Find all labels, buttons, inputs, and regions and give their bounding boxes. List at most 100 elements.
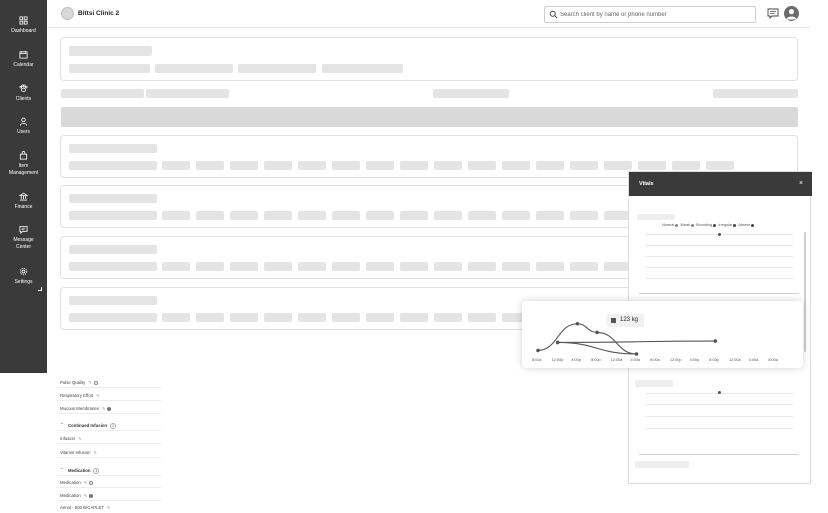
skeleton-bar	[635, 380, 673, 387]
data-point[interactable]	[575, 321, 580, 326]
list-item[interactable]: Pulse Quality ✎	[57, 375, 161, 388]
vitals-title: Vitals	[639, 181, 654, 187]
sidebar-label: Dashboard	[11, 28, 36, 34]
edit-icon[interactable]: ✎	[88, 380, 91, 385]
chevron-up-icon[interactable]: ⌃	[60, 422, 64, 428]
clinic-name: Bittsi Clinic 2	[78, 10, 120, 17]
count-badge: 4	[93, 468, 100, 474]
data-point[interactable]	[634, 352, 639, 356]
data-point[interactable]	[555, 340, 560, 345]
sidebar-item-message-center[interactable]: Message Center	[0, 225, 47, 251]
legend-item-normal: Normal	[662, 223, 679, 227]
messages-icon[interactable]	[767, 8, 779, 19]
summary-card-skeleton	[60, 37, 798, 81]
sidebar-label: Message	[13, 237, 34, 243]
list-item-label: Pulse Quality	[60, 380, 86, 385]
group-label: Medication	[68, 468, 91, 474]
skeleton-bar	[433, 89, 509, 98]
vitals-scrollbar[interactable]	[804, 232, 806, 352]
series-swatch	[611, 318, 616, 323]
x-tick-label: 4:00a	[630, 358, 641, 362]
x-tick-label: 8:00a	[650, 358, 660, 362]
skeleton-bar	[713, 89, 798, 98]
skeleton-bar	[146, 89, 229, 98]
count-badge: 2	[110, 423, 117, 429]
skeleton-table-header	[61, 107, 798, 127]
edit-icon[interactable]: ✎	[78, 436, 81, 441]
legend-item-bounding: Bounding	[696, 223, 717, 227]
data-point[interactable]	[536, 348, 540, 353]
list-item[interactable]: Medication ✎	[57, 475, 161, 488]
chart-legend: Normal Weak Bounding Irregular Absent	[662, 223, 755, 227]
status-dot-icon	[89, 493, 94, 498]
list-item-label: Infusion	[60, 436, 76, 441]
avatar-icon	[786, 9, 797, 20]
list-item-label: Respiratory Effort	[60, 393, 94, 398]
sidebar-item-settings[interactable]: Settings	[0, 267, 47, 286]
edit-icon[interactable]: ✎	[102, 406, 105, 411]
edit-icon[interactable]: ✎	[84, 480, 87, 485]
sidebar-item-calendar[interactable]: Calendar	[0, 50, 47, 69]
weight-line-chart[interactable]	[522, 301, 803, 368]
x-tick-label: 12:00p	[669, 358, 682, 362]
search-input[interactable]	[560, 9, 750, 20]
finance-icon	[19, 192, 28, 201]
sidebar-label: Settings	[14, 279, 33, 285]
list-item-label: Vitamin Infusion	[60, 450, 91, 455]
sidebar-resize-handle[interactable]	[38, 287, 42, 291]
sidebar-item-finance[interactable]: Finance	[0, 192, 47, 211]
edit-icon[interactable]: ✎	[107, 505, 110, 510]
data-point[interactable]	[713, 339, 718, 343]
edit-icon[interactable]: ✎	[96, 393, 99, 398]
clients-icon	[19, 84, 28, 93]
x-tick-label: 8:00a	[532, 358, 542, 362]
settings-icon	[19, 267, 28, 276]
chevron-up-icon[interactable]: ⌃	[60, 467, 64, 473]
list-item-label: Aenol - 500 B/CAPLET	[60, 505, 104, 510]
list-item-label: Medication	[60, 480, 81, 485]
search-box[interactable]	[544, 6, 756, 23]
x-tick-label: 12:00a	[729, 358, 741, 362]
sidebar-item-item-management[interactable]: Item Management	[0, 151, 47, 177]
list-group-header[interactable]: ⌃ Continued Infusion 2	[57, 418, 161, 431]
sidebar: Dashboard Calendar Clients Users Item Ma…	[0, 0, 47, 373]
sidebar-item-dashboard[interactable]: Dashboard	[0, 16, 47, 35]
clinic-logo	[61, 7, 74, 20]
sidebar-label: Users	[16, 129, 31, 135]
list-item[interactable]: Aenol - 500 B/CAPLET ✎	[57, 500, 161, 513]
x-tick-label: 12:00a	[610, 358, 623, 362]
skeleton-bar	[635, 461, 689, 468]
top-header: Bittsi Clinic 2	[47, 0, 810, 28]
tooltip-value: 123 kg	[620, 317, 639, 323]
sidebar-label: Finance	[14, 204, 33, 210]
vitals-panel-header: Vitals ×	[629, 172, 812, 196]
sidebar-item-clients[interactable]: Clients	[0, 84, 47, 103]
list-item[interactable]: Mucous Membranes ✎	[57, 401, 161, 414]
info-icon[interactable]	[89, 480, 94, 485]
x-tick-label: 8:00a	[768, 358, 778, 362]
list-item-label: Medication	[60, 493, 81, 498]
status-dot-icon	[107, 406, 112, 411]
sidebar-label: Management	[8, 170, 39, 176]
list-item-label: Mucous Membranes	[60, 406, 99, 411]
sidebar-label: Calendar	[13, 62, 34, 68]
vitals-category-list: Pulse Quality ✎ Respiratory Effort ✎ Mucou…	[57, 373, 161, 510]
legend-item-irregular: Irregular	[718, 223, 737, 227]
edit-icon[interactable]: ✎	[84, 493, 87, 498]
sidebar-item-users[interactable]: Users	[0, 117, 47, 136]
edit-icon[interactable]: ✎	[94, 450, 97, 455]
list-item[interactable]: Vitamin Infusion ✎	[57, 445, 161, 458]
info-icon[interactable]	[93, 380, 98, 385]
user-avatar[interactable]	[784, 6, 799, 21]
list-item[interactable]: Infusion ✎	[57, 431, 161, 444]
data-point[interactable]	[595, 330, 599, 335]
x-tick-label: 12:00p	[551, 358, 564, 362]
x-tick-label: 8:00p	[591, 358, 601, 362]
close-icon[interactable]: ×	[799, 180, 803, 187]
skeleton-bar	[637, 214, 675, 220]
calendar-icon	[19, 50, 28, 59]
skeleton-bar	[61, 89, 144, 98]
x-tick-label: 4:00a	[748, 358, 759, 362]
list-item[interactable]: Respiratory Effort ✎	[57, 388, 161, 401]
sidebar-label: Clients	[15, 96, 32, 102]
